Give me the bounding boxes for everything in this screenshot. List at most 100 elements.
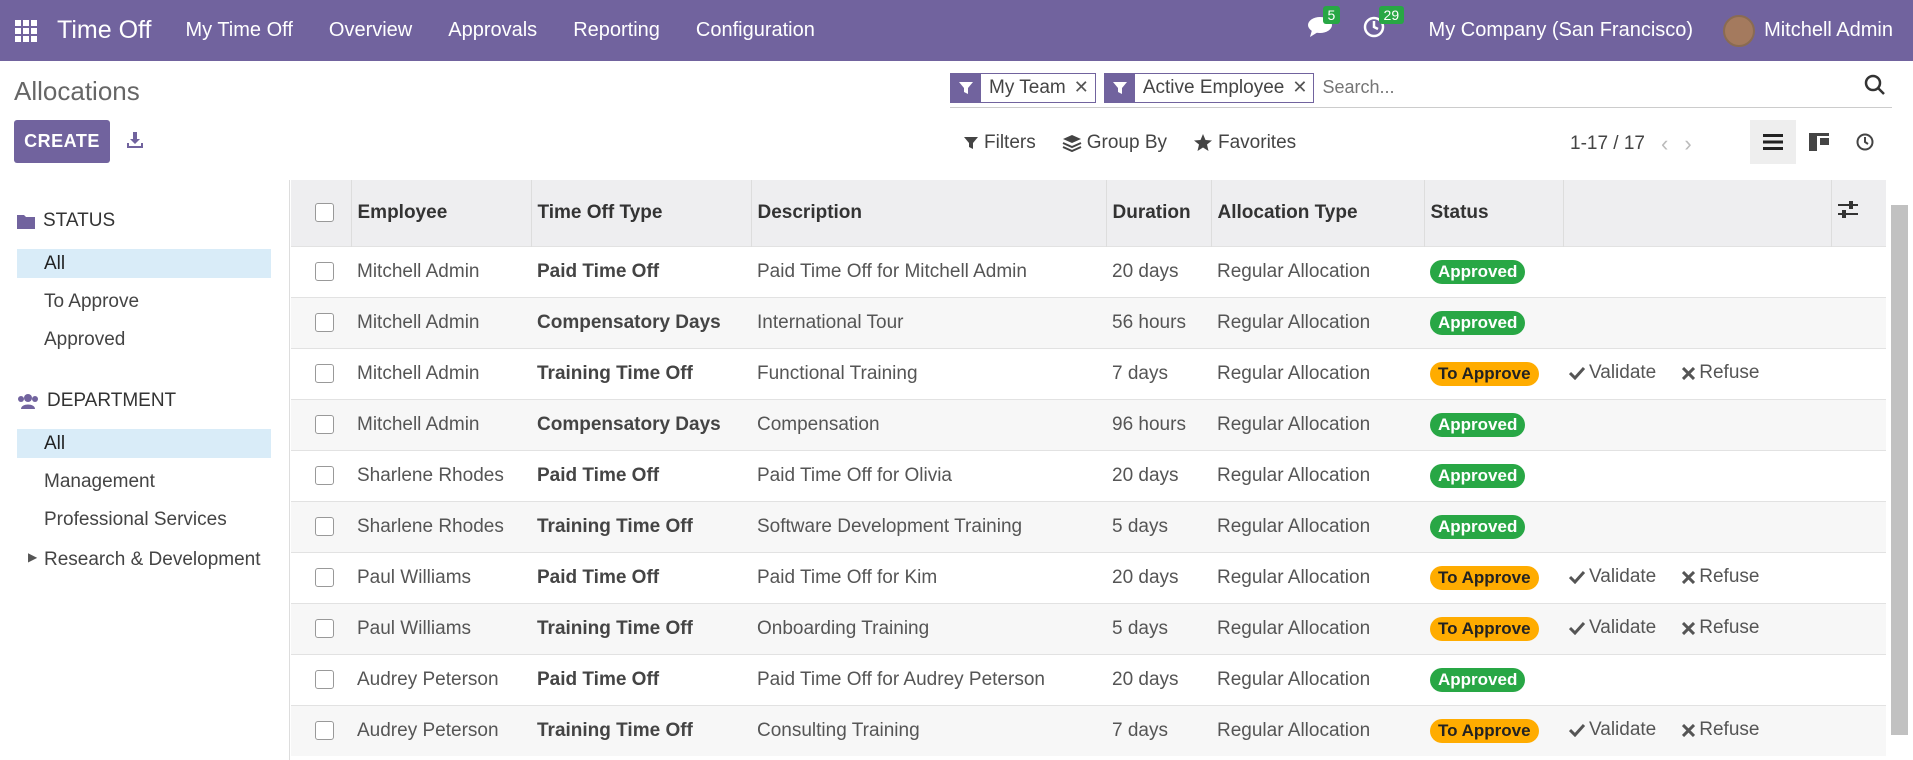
cell-status: To Approve <box>1424 704 1563 756</box>
pager-previous-icon[interactable]: ‹ <box>1661 131 1668 157</box>
validate-button[interactable]: Validate <box>1569 566 1656 588</box>
list-view-button[interactable] <box>1750 120 1796 164</box>
refuse-label: Refuse <box>1699 617 1760 638</box>
favorites-button[interactable]: Favorites <box>1193 132 1296 154</box>
row-checkbox[interactable] <box>315 364 334 383</box>
refuse-button[interactable]: Refuse <box>1682 617 1759 639</box>
scrollbar-thumb[interactable] <box>1891 205 1908 735</box>
department-filter-professional-services[interactable]: Professional Services <box>17 505 271 534</box>
table-row[interactable]: Paul Williams Paid Time Off Paid Time Off … <box>291 551 1886 603</box>
row-checkbox[interactable] <box>315 619 334 638</box>
column-header-employee[interactable]: Employee <box>351 180 532 246</box>
messages-button[interactable]: 5 <box>1307 6 1341 45</box>
facet-remove-icon[interactable]: ✕ <box>1074 77 1095 98</box>
messages-count-badge: 5 <box>1322 6 1341 24</box>
activity-view-button[interactable] <box>1842 120 1888 164</box>
cell-spacer <box>1831 500 1886 552</box>
cell-status: To Approve <box>1424 551 1563 603</box>
table-row[interactable]: Paul Williams Training Time Off Onboarding… <box>291 602 1886 654</box>
status-section-header: STATUS <box>17 210 115 232</box>
list-icon <box>1763 134 1783 150</box>
user-avatar[interactable] <box>1723 14 1756 47</box>
cell-actions <box>1563 500 1831 552</box>
cell-allocation-type: Regular Allocation <box>1211 347 1424 399</box>
column-header-duration[interactable]: Duration <box>1106 180 1212 246</box>
row-checkbox[interactable] <box>315 466 334 485</box>
nav-item-approvals[interactable]: Approvals <box>448 19 537 42</box>
validate-label: Validate <box>1589 718 1657 740</box>
validate-button[interactable]: Validate <box>1569 719 1656 741</box>
download-icon[interactable] <box>125 130 145 150</box>
table-row[interactable]: Mitchell Admin Training Time Off Functiona… <box>291 347 1886 399</box>
favorites-label: Favorites <box>1218 132 1297 153</box>
groupby-button[interactable]: Group By <box>1062 132 1167 154</box>
table-row[interactable]: Mitchell Admin Compensatory Days Compensat… <box>291 398 1886 450</box>
refuse-button[interactable]: Refuse <box>1682 362 1759 384</box>
row-checkbox[interactable] <box>315 262 334 281</box>
company-switcher[interactable]: My Company (San Francisco) <box>1429 19 1694 42</box>
row-checkbox[interactable] <box>315 568 334 587</box>
pager-next-icon[interactable]: › <box>1684 131 1691 157</box>
row-checkbox[interactable] <box>315 670 334 689</box>
facet-label: My Team <box>989 76 1066 98</box>
table-row[interactable]: Sharlene Rhodes Paid Time Off Paid Time Of… <box>291 449 1886 501</box>
create-button[interactable]: CREATE <box>14 120 110 163</box>
table-row[interactable]: Audrey Peterson Paid Time Off Paid Time Of… <box>291 653 1886 705</box>
search-icon[interactable] <box>1864 74 1886 96</box>
user-menu[interactable]: Mitchell Admin <box>1764 19 1893 42</box>
cell-time-off-type: Training Time Off <box>531 347 751 399</box>
table-row[interactable]: Mitchell Admin Compensatory Days Internati… <box>291 296 1886 348</box>
column-header-allocation-type[interactable]: Allocation Type <box>1211 180 1425 246</box>
validate-button[interactable]: Validate <box>1569 617 1656 639</box>
cell-allocation-type: Regular Allocation <box>1211 500 1424 552</box>
row-checkbox[interactable] <box>315 415 334 434</box>
select-all-checkbox[interactable] <box>315 203 334 223</box>
row-checkbox[interactable] <box>315 517 334 536</box>
column-header-status[interactable]: Status <box>1424 180 1564 246</box>
search-input[interactable] <box>1322 77 1823 98</box>
refuse-button[interactable]: Refuse <box>1682 719 1759 741</box>
row-select-cell <box>291 398 351 450</box>
table-row[interactable]: Mitchell Admin Paid Time Off Paid Time Off… <box>291 245 1886 297</box>
cell-time-off-type: Paid Time Off <box>531 245 751 297</box>
status-filter-to-approve[interactable]: To Approve <box>17 287 271 316</box>
column-header-description[interactable]: Description <box>751 180 1107 246</box>
activities-button[interactable]: 29 <box>1363 6 1405 45</box>
nav-item-my-time-off[interactable]: My Time Off <box>185 19 292 42</box>
cell-employee: Sharlene Rhodes <box>351 449 531 501</box>
cell-employee: Mitchell Admin <box>351 296 531 348</box>
validate-button[interactable]: Validate <box>1569 362 1656 384</box>
nav-item-configuration[interactable]: Configuration <box>696 19 815 42</box>
cell-duration: 20 days <box>1106 245 1211 297</box>
select-all-cell <box>291 180 352 246</box>
status-badge: To Approve <box>1430 616 1539 641</box>
filters-button[interactable]: Filters <box>963 132 1036 154</box>
cell-status: To Approve <box>1424 347 1563 399</box>
nav-item-reporting[interactable]: Reporting <box>573 19 660 42</box>
row-checkbox[interactable] <box>315 721 334 741</box>
status-filter-approved[interactable]: Approved <box>17 325 271 354</box>
cell-actions: Validate Refuse <box>1563 551 1831 603</box>
close-icon <box>1682 723 1696 737</box>
cell-description: Paid Time Off for Audrey Peterson <box>751 653 1106 705</box>
nav-item-overview[interactable]: Overview <box>329 19 412 42</box>
row-checkbox[interactable] <box>315 313 334 332</box>
kanban-view-button[interactable] <box>1796 120 1842 164</box>
table-row[interactable]: Sharlene Rhodes Training Time Off Software… <box>291 500 1886 552</box>
pager-value[interactable]: 1-17 / 17 <box>1570 133 1645 155</box>
department-filter-research-development[interactable]: Research & Development <box>17 545 271 574</box>
top-navbar: Time Off My Time Off Overview Approvals … <box>0 0 1913 61</box>
department-filter-all[interactable]: All <box>17 429 271 458</box>
facet-remove-icon[interactable]: ✕ <box>1292 77 1313 98</box>
optional-columns-toggle[interactable] <box>1831 180 1886 246</box>
users-icon <box>18 394 38 409</box>
cell-allocation-type: Regular Allocation <box>1211 551 1424 603</box>
department-filter-management[interactable]: Management <box>17 467 271 496</box>
column-header-time-off-type[interactable]: Time Off Type <box>531 180 752 246</box>
refuse-button[interactable]: Refuse <box>1682 566 1759 588</box>
table-row[interactable]: Audrey Peterson Training Time Off Consulti… <box>291 704 1886 756</box>
status-filter-all[interactable]: All <box>17 249 271 278</box>
apps-menu-icon[interactable] <box>15 19 37 42</box>
app-name[interactable]: Time Off <box>57 16 151 45</box>
status-badge: To Approve <box>1430 565 1539 590</box>
